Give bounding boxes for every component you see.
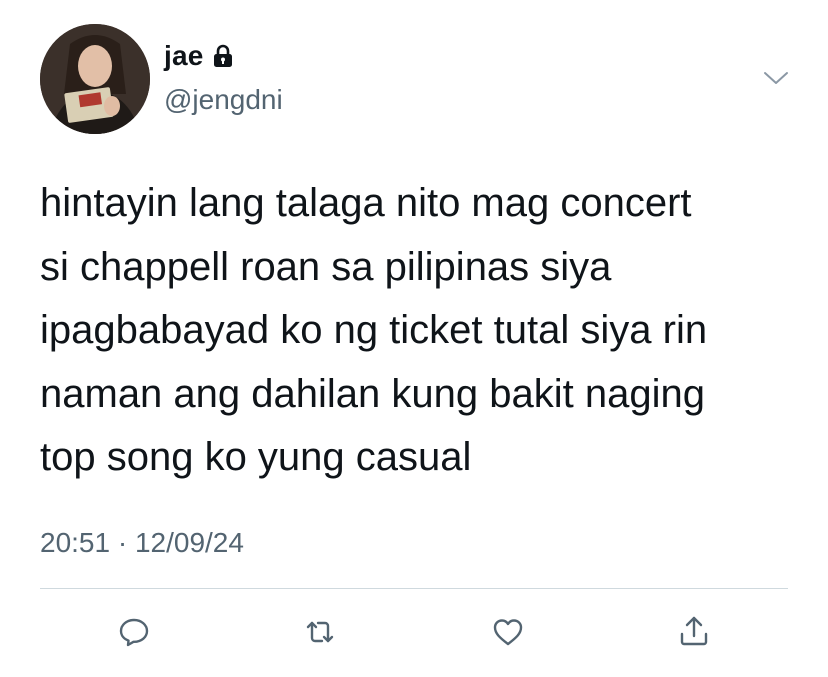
reply-icon — [119, 618, 149, 647]
reply-button[interactable] — [112, 610, 156, 654]
tweet-text-line: si chappell roan sa pilipinas siya — [40, 244, 612, 289]
chevron-down-icon[interactable] — [762, 68, 790, 88]
share-icon — [680, 616, 708, 646]
tweet-timestamp[interactable]: 20:51 · 12/09/24 — [40, 527, 244, 559]
tweet-text-line: ipagbabayad ko ng ticket tutal siya rin — [40, 308, 708, 352]
heart-icon — [493, 619, 523, 646]
retweet-icon — [306, 621, 334, 643]
avatar-image — [40, 24, 150, 134]
tweet-text-line: hintayin lang talaga nito mag concert — [40, 181, 692, 225]
action-bar — [0, 610, 828, 654]
user-handle[interactable]: @jengdni — [164, 84, 283, 116]
tweet-card: jae @jengdni hintayin lang talaga nito m… — [0, 0, 828, 677]
like-button[interactable] — [486, 610, 530, 654]
share-button[interactable] — [672, 610, 716, 654]
tweet-text: hintayin lang talaga nito mag concert si… — [40, 172, 800, 490]
divider — [40, 588, 788, 589]
tweet-text-line: top song ko yung casual — [40, 435, 472, 479]
avatar[interactable] — [40, 24, 150, 134]
author-name-row[interactable]: jae — [164, 40, 234, 72]
retweet-button[interactable] — [298, 610, 342, 654]
display-name[interactable]: jae — [164, 40, 204, 72]
tweet-text-line: naman ang dahilan kung bakit naging — [40, 371, 705, 416]
lock-icon — [212, 44, 234, 68]
